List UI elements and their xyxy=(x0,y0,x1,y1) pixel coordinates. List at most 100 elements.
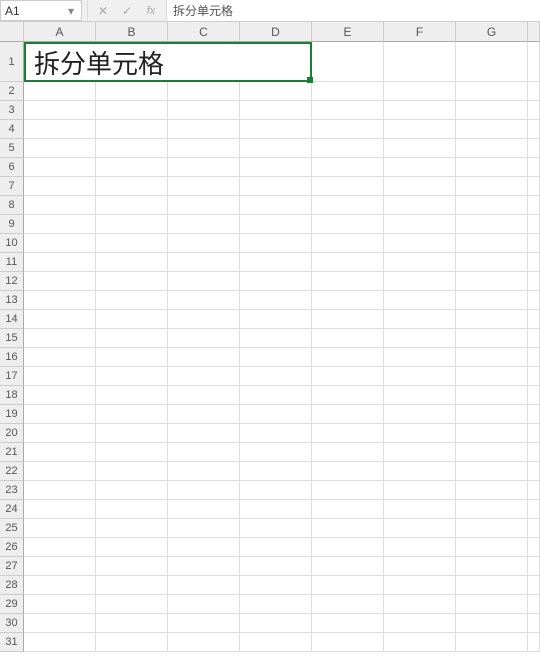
cell[interactable] xyxy=(312,82,384,101)
cell[interactable] xyxy=(312,272,384,291)
row-header[interactable]: 10 xyxy=(0,234,24,253)
cell[interactable] xyxy=(24,348,96,367)
cell[interactable] xyxy=(96,253,168,272)
row-header[interactable]: 21 xyxy=(0,443,24,462)
cell[interactable] xyxy=(384,481,456,500)
cell-partial[interactable] xyxy=(528,348,540,367)
column-header-partial[interactable] xyxy=(528,22,540,42)
cell[interactable] xyxy=(240,367,312,386)
cell-partial[interactable] xyxy=(528,120,540,139)
cell[interactable] xyxy=(168,481,240,500)
cell[interactable] xyxy=(96,367,168,386)
cell[interactable] xyxy=(168,614,240,633)
cell[interactable] xyxy=(312,386,384,405)
cell[interactable] xyxy=(168,158,240,177)
cell[interactable] xyxy=(312,310,384,329)
cell[interactable] xyxy=(168,633,240,652)
cell[interactable] xyxy=(96,272,168,291)
cell[interactable] xyxy=(24,272,96,291)
cell[interactable] xyxy=(456,424,528,443)
cell-partial[interactable] xyxy=(528,367,540,386)
cell[interactable] xyxy=(168,272,240,291)
row-header[interactable]: 29 xyxy=(0,595,24,614)
formula-input[interactable]: 拆分单元格 xyxy=(167,0,540,21)
cell[interactable] xyxy=(384,348,456,367)
cell[interactable] xyxy=(384,405,456,424)
cell[interactable] xyxy=(168,82,240,101)
cell[interactable] xyxy=(24,367,96,386)
cell[interactable] xyxy=(384,291,456,310)
cell[interactable] xyxy=(168,424,240,443)
row-header[interactable]: 7 xyxy=(0,177,24,196)
cell[interactable] xyxy=(240,101,312,120)
cell[interactable] xyxy=(384,234,456,253)
cell[interactable] xyxy=(96,424,168,443)
cell[interactable] xyxy=(96,139,168,158)
cell[interactable] xyxy=(312,196,384,215)
cell[interactable] xyxy=(456,557,528,576)
cell[interactable] xyxy=(384,462,456,481)
cell-partial[interactable] xyxy=(528,424,540,443)
cell[interactable] xyxy=(240,196,312,215)
cell[interactable] xyxy=(96,120,168,139)
cell[interactable] xyxy=(312,462,384,481)
row-header[interactable]: 26 xyxy=(0,538,24,557)
cell[interactable] xyxy=(312,538,384,557)
cell[interactable] xyxy=(456,139,528,158)
cell[interactable] xyxy=(168,120,240,139)
cell[interactable] xyxy=(96,462,168,481)
cell[interactable] xyxy=(384,443,456,462)
cell[interactable] xyxy=(168,215,240,234)
cell[interactable] xyxy=(240,557,312,576)
cell[interactable] xyxy=(240,386,312,405)
cell[interactable] xyxy=(384,386,456,405)
cell[interactable] xyxy=(384,367,456,386)
cell[interactable] xyxy=(456,196,528,215)
row-header[interactable]: 17 xyxy=(0,367,24,386)
cell[interactable] xyxy=(456,481,528,500)
cell[interactable] xyxy=(24,614,96,633)
cell-partial[interactable] xyxy=(528,500,540,519)
cell[interactable] xyxy=(168,519,240,538)
cell[interactable] xyxy=(96,215,168,234)
cell-partial[interactable] xyxy=(528,101,540,120)
cell[interactable] xyxy=(168,405,240,424)
cell[interactable] xyxy=(24,120,96,139)
column-header[interactable]: F xyxy=(384,22,456,42)
cell[interactable] xyxy=(384,329,456,348)
cell[interactable] xyxy=(312,158,384,177)
row-header[interactable]: 28 xyxy=(0,576,24,595)
cell[interactable] xyxy=(240,253,312,272)
cell[interactable] xyxy=(456,614,528,633)
cell[interactable] xyxy=(384,519,456,538)
cell[interactable] xyxy=(312,424,384,443)
cell[interactable] xyxy=(24,424,96,443)
row-header[interactable]: 22 xyxy=(0,462,24,481)
cell[interactable] xyxy=(24,405,96,424)
cell[interactable] xyxy=(312,481,384,500)
name-box-dropdown-icon[interactable]: ▾ xyxy=(65,4,77,18)
cell[interactable] xyxy=(456,405,528,424)
cell-partial[interactable] xyxy=(528,614,540,633)
cell-partial[interactable] xyxy=(528,139,540,158)
cell[interactable] xyxy=(312,405,384,424)
cell[interactable] xyxy=(168,443,240,462)
cell[interactable] xyxy=(96,177,168,196)
column-header[interactable]: A xyxy=(24,22,96,42)
select-all-corner[interactable] xyxy=(0,22,24,42)
cell[interactable] xyxy=(168,576,240,595)
cell[interactable] xyxy=(456,633,528,652)
row-header[interactable]: 19 xyxy=(0,405,24,424)
cell-partial[interactable] xyxy=(528,386,540,405)
cell[interactable] xyxy=(384,576,456,595)
row-header[interactable]: 12 xyxy=(0,272,24,291)
fx-icon[interactable]: fx xyxy=(144,4,158,18)
cell[interactable] xyxy=(96,291,168,310)
row-header[interactable]: 11 xyxy=(0,253,24,272)
cell[interactable] xyxy=(24,291,96,310)
cell[interactable] xyxy=(96,595,168,614)
cell-partial[interactable] xyxy=(528,158,540,177)
cell[interactable] xyxy=(384,424,456,443)
cell[interactable] xyxy=(168,557,240,576)
cell[interactable] xyxy=(456,386,528,405)
